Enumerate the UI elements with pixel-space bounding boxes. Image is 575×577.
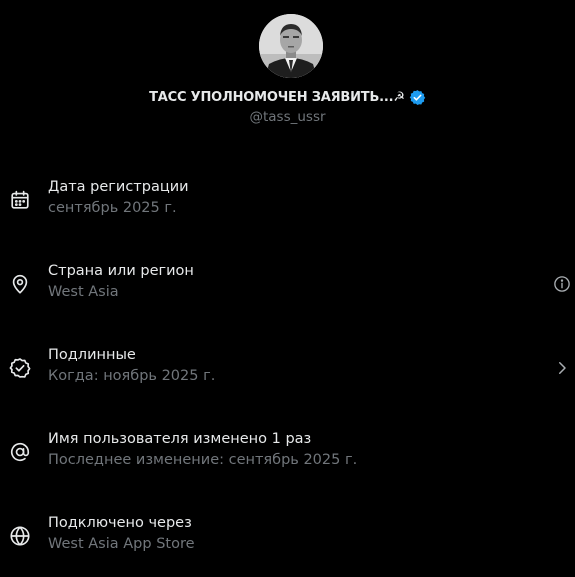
row-title: Страна или регион <box>48 263 194 279</box>
row-title: Подлинные <box>48 347 136 363</box>
profile-header: ТАСС УПОЛНОМОЧЕН ЗАЯВИТЬ...☭ @tass_ussr <box>0 0 575 140</box>
calendar-icon <box>9 189 31 211</box>
display-name-row: ТАСС УПОЛНОМОЧЕН ЗАЯВИТЬ...☭ <box>0 86 575 108</box>
list-item-country-region: Страна или регион West Asia <box>0 241 575 325</box>
row-subtitle: Последнее изменение: сентябрь 2025 г. <box>48 452 358 468</box>
verified-check-icon <box>9 357 31 379</box>
account-info-list: Дата регистрации сентябрь 2025 г. Страна… <box>0 157 575 577</box>
row-title: Дата регистрации <box>48 179 189 195</box>
location-pin-icon <box>9 273 31 295</box>
display-name-text: ТАСС УПОЛНОМОЧЕН ЗАЯВИТЬ... <box>149 89 394 105</box>
chevron-right-icon[interactable] <box>553 359 571 377</box>
person-portrait-avatar <box>259 14 323 78</box>
verified-badge-icon[interactable] <box>409 89 426 106</box>
row-title: Подключено через <box>48 515 192 531</box>
at-sign-icon <box>9 441 31 463</box>
username-handle: @tass_ussr <box>249 109 326 125</box>
list-item-connected-via: Подключено через West Asia App Store <box>0 493 575 577</box>
avatar[interactable] <box>259 14 323 78</box>
list-item-authentic[interactable]: Подлинные Когда: ноябрь 2025 г. <box>0 325 575 409</box>
row-subtitle: сентябрь 2025 г. <box>48 200 177 216</box>
info-icon[interactable] <box>553 275 571 293</box>
list-item-username-changes: Имя пользователя изменено 1 раз Последне… <box>0 409 575 493</box>
list-item-registration-date: Дата регистрации сентябрь 2025 г. <box>0 157 575 241</box>
row-subtitle: Когда: ноябрь 2025 г. <box>48 368 216 384</box>
row-title: Имя пользователя изменено 1 раз <box>48 431 312 447</box>
globe-icon <box>9 525 31 547</box>
row-subtitle: West Asia App Store <box>48 536 195 552</box>
display-name-emoji: ☭ <box>393 89 405 105</box>
row-subtitle: West Asia <box>48 284 119 300</box>
display-name: ТАСС УПОЛНОМОЧЕН ЗАЯВИТЬ...☭ <box>149 90 405 105</box>
